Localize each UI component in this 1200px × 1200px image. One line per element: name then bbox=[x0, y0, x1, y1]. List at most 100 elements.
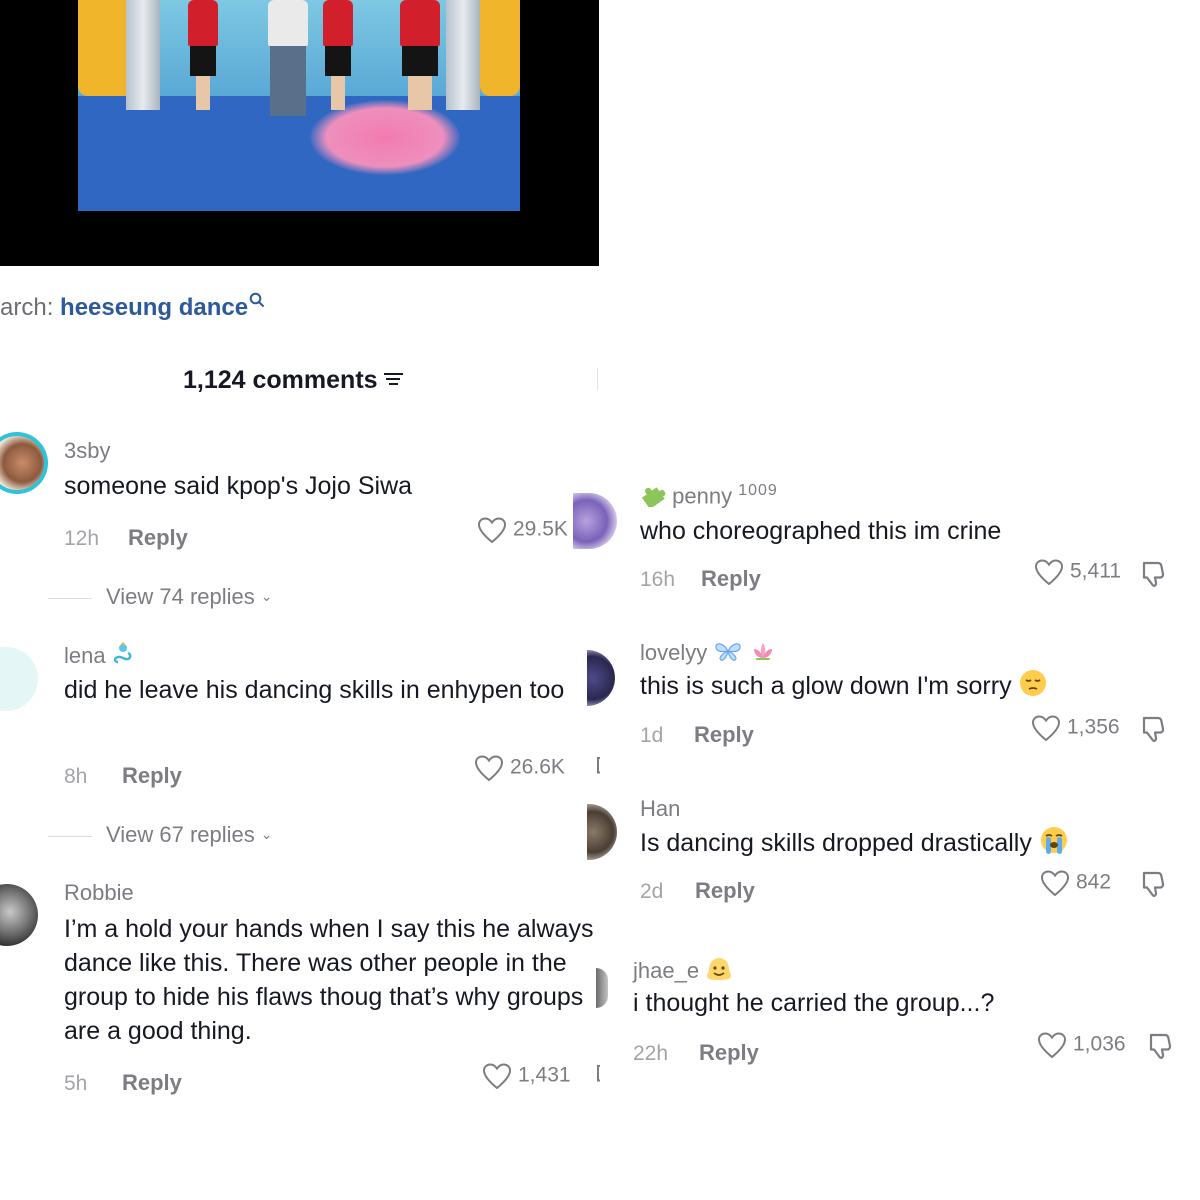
thumbs-down-icon[interactable] bbox=[1138, 559, 1168, 589]
stage-pillar bbox=[446, 0, 480, 110]
like-count: 5,411 bbox=[1070, 559, 1121, 583]
heart-outline-icon bbox=[1034, 559, 1064, 586]
comment-text: this is such a glow down I'm sorry bbox=[640, 672, 1012, 701]
like-count: 26.6K bbox=[510, 755, 565, 779]
comment-username[interactable]: jhae_e bbox=[633, 958, 699, 983]
view-replies-button[interactable]: View 74 replies ⌄ bbox=[48, 584, 273, 610]
like-count: 1,356 bbox=[1067, 715, 1120, 739]
like-button[interactable]: 26.6K bbox=[474, 754, 565, 782]
like-count: 1,036 bbox=[1073, 1032, 1126, 1056]
view-replies-label: View 74 replies bbox=[106, 584, 255, 609]
butterfly-emoji-icon bbox=[713, 640, 743, 668]
reply-button[interactable]: Reply bbox=[128, 525, 188, 551]
dancer bbox=[188, 0, 218, 110]
reply-button[interactable]: Reply bbox=[701, 566, 761, 592]
stage-pink-logo bbox=[310, 100, 460, 175]
avatar[interactable] bbox=[573, 493, 617, 549]
comment-text: someone said kpop's Jojo Siwa bbox=[64, 472, 413, 500]
thumbs-down-icon[interactable] bbox=[592, 754, 600, 780]
thumbs-down-icon[interactable] bbox=[592, 1062, 600, 1088]
heart-outline-icon bbox=[1037, 1032, 1067, 1059]
video-thumbnail bbox=[78, 0, 520, 211]
comment-username[interactable]: penny bbox=[672, 483, 732, 508]
like-count: 29.5K bbox=[513, 517, 568, 541]
heart-outline-icon bbox=[1031, 715, 1061, 742]
avatar[interactable] bbox=[0, 647, 38, 711]
comment-time: 5h bbox=[64, 1072, 88, 1095]
thumbs-down-icon[interactable] bbox=[1138, 714, 1168, 744]
like-count: 1,431 bbox=[518, 1063, 571, 1087]
like-count: 842 bbox=[1076, 870, 1112, 894]
heart-outline-icon bbox=[1040, 870, 1070, 897]
thumbs-down-icon[interactable] bbox=[1145, 1031, 1175, 1061]
comment-time: 2d bbox=[640, 880, 664, 903]
like-button[interactable]: 1,356 bbox=[1031, 714, 1120, 742]
comment-username[interactable]: lovelyy bbox=[640, 640, 707, 665]
comment-username-row: lena bbox=[64, 642, 134, 672]
comment-text-row: Is dancing skills dropped drastically bbox=[640, 825, 1180, 864]
view-replies-button[interactable]: View 67 replies ⌄ bbox=[48, 822, 273, 848]
dancer bbox=[268, 0, 308, 116]
comment-text-row: this is such a glow down I'm sorry bbox=[640, 669, 1180, 706]
search-prefix: arch: bbox=[0, 294, 54, 321]
avatar[interactable] bbox=[0, 432, 48, 494]
username-suffix: 1009 bbox=[738, 482, 778, 499]
chevron-down-icon: ⌄ bbox=[260, 825, 273, 842]
search-icon bbox=[249, 292, 265, 313]
heart-outline-icon bbox=[474, 755, 504, 782]
like-button[interactable]: 1,036 bbox=[1037, 1031, 1126, 1059]
thumbs-down-icon[interactable] bbox=[1138, 869, 1168, 899]
comment-time: 16h bbox=[640, 568, 676, 591]
like-button[interactable]: 842 bbox=[1040, 869, 1111, 897]
reply-button[interactable]: Reply bbox=[699, 1040, 759, 1066]
comment-time: 1d bbox=[640, 724, 664, 747]
comment-username[interactable]: Robbie bbox=[64, 880, 134, 906]
avatar[interactable] bbox=[596, 968, 608, 1008]
divider bbox=[48, 597, 92, 599]
divider bbox=[597, 368, 598, 390]
loudly-crying-face-emoji-icon bbox=[1039, 825, 1069, 864]
comment-username[interactable]: Han bbox=[640, 796, 680, 822]
like-button[interactable]: 5,411 bbox=[1034, 558, 1121, 586]
genie-emoji-icon bbox=[112, 642, 134, 672]
puzzle-piece-icon bbox=[640, 483, 666, 513]
dancer bbox=[323, 0, 353, 110]
avatar[interactable] bbox=[587, 650, 615, 706]
comment-text: i thought he carried the group...? bbox=[633, 989, 995, 1017]
comment-time: 22h bbox=[633, 1042, 669, 1065]
reply-button[interactable]: Reply bbox=[694, 722, 754, 748]
search-term-link[interactable]: heeseung dance bbox=[60, 294, 248, 321]
comment-username[interactable]: 3sby bbox=[64, 438, 110, 464]
video-player[interactable] bbox=[0, 0, 599, 266]
comment-text: I’m a hold your hands when I say this he… bbox=[64, 915, 594, 1045]
dancer bbox=[400, 0, 440, 110]
melting-face-emoji-icon bbox=[705, 956, 733, 988]
comments-count: 1,124 comments bbox=[183, 366, 378, 394]
comment-username-row: penny 1009 bbox=[640, 482, 778, 513]
comment-text: did he leave his dancing skills in enhyp… bbox=[64, 676, 565, 704]
view-replies-label: View 67 replies bbox=[106, 822, 255, 847]
avatar[interactable] bbox=[0, 884, 38, 946]
comment-username-row: lovelyy bbox=[640, 640, 776, 668]
comment-text: Is dancing skills dropped drastically bbox=[640, 829, 1032, 858]
reply-button[interactable]: Reply bbox=[122, 1070, 182, 1096]
search-suggestion[interactable]: arch: heeseung dance bbox=[0, 292, 265, 322]
reply-button[interactable]: Reply bbox=[695, 878, 755, 904]
pensive-face-emoji-icon bbox=[1019, 669, 1047, 706]
comment-text: who choreographed this im crine bbox=[640, 517, 1002, 545]
heart-outline-icon bbox=[482, 1063, 512, 1090]
like-button[interactable]: 29.5K bbox=[477, 516, 568, 544]
reply-button[interactable]: Reply bbox=[122, 763, 182, 789]
heart-outline-icon bbox=[477, 517, 507, 544]
filter-lines-icon[interactable] bbox=[383, 370, 403, 388]
comments-count-header: 1,124 comments bbox=[183, 366, 403, 395]
lotus-emoji-icon bbox=[750, 640, 776, 668]
comment-time: 12h bbox=[64, 527, 100, 550]
like-button[interactable]: 1,431 bbox=[482, 1062, 571, 1090]
comment-username[interactable]: lena bbox=[64, 643, 106, 668]
stage-pillar bbox=[126, 0, 160, 110]
comment-username-row: jhae_e bbox=[633, 956, 733, 988]
divider bbox=[48, 835, 92, 837]
chevron-down-icon: ⌄ bbox=[260, 587, 273, 604]
avatar[interactable] bbox=[587, 804, 617, 860]
